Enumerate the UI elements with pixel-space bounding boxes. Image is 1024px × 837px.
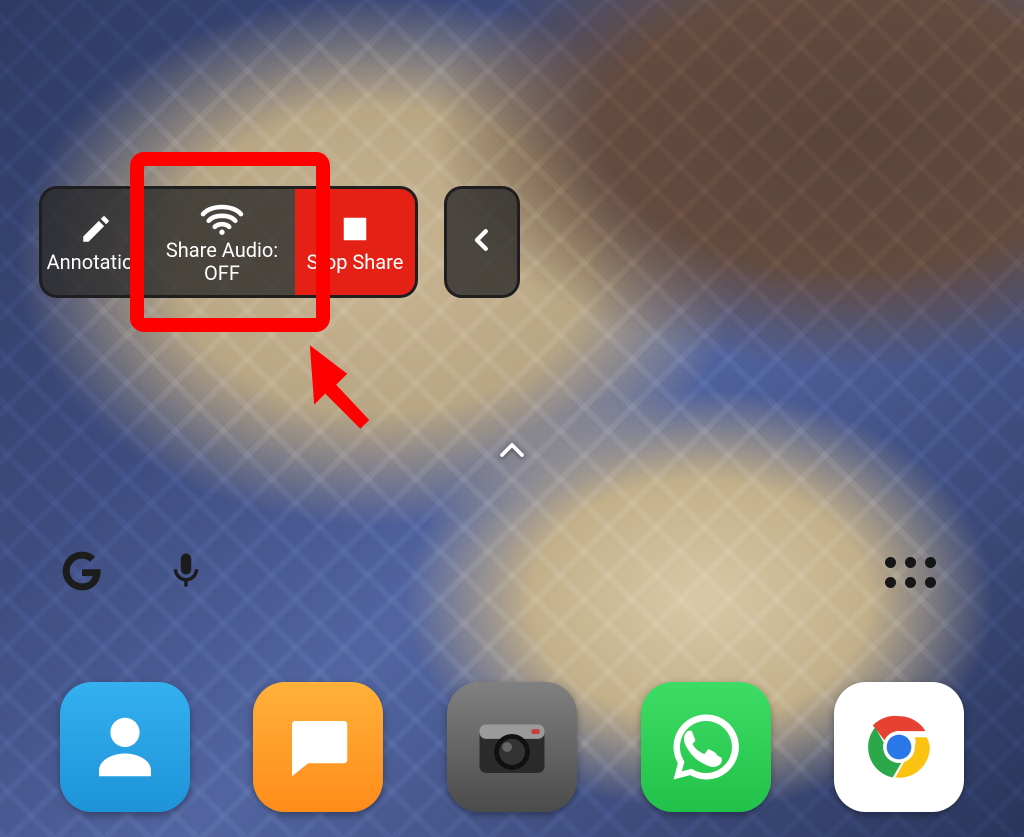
search-row bbox=[53, 538, 1004, 608]
whatsapp-app-icon[interactable] bbox=[641, 682, 771, 812]
chevron-left-icon bbox=[467, 220, 497, 265]
messages-app-icon[interactable] bbox=[253, 682, 383, 812]
stop-share-button[interactable]: Stop Share bbox=[295, 186, 418, 298]
all-apps-hint[interactable] bbox=[497, 440, 527, 464]
pencil-icon bbox=[79, 211, 113, 247]
dock bbox=[0, 679, 1024, 815]
apps-grid-button[interactable] bbox=[884, 546, 936, 598]
share-audio-button[interactable]: Share Audio: OFF bbox=[149, 186, 295, 298]
annotation-label: Annotation bbox=[47, 251, 145, 274]
collapse-toolbar-button[interactable] bbox=[444, 186, 520, 298]
google-search-button[interactable] bbox=[53, 544, 111, 602]
microphone-icon bbox=[165, 547, 207, 599]
chrome-app-icon[interactable] bbox=[834, 682, 964, 812]
wifi-icon bbox=[199, 199, 245, 235]
stop-share-label: Stop Share bbox=[307, 251, 404, 274]
annotation-button[interactable]: Annotation bbox=[39, 186, 149, 298]
stop-icon bbox=[340, 211, 370, 247]
share-toolbar: Annotation Share Audio: OFF Stop Share bbox=[39, 186, 520, 298]
google-g-icon bbox=[58, 547, 106, 599]
voice-search-button[interactable] bbox=[157, 544, 215, 602]
camera-app-icon[interactable] bbox=[447, 682, 577, 812]
contacts-app-icon[interactable] bbox=[60, 682, 190, 812]
share-audio-label: Share Audio: OFF bbox=[166, 239, 278, 285]
